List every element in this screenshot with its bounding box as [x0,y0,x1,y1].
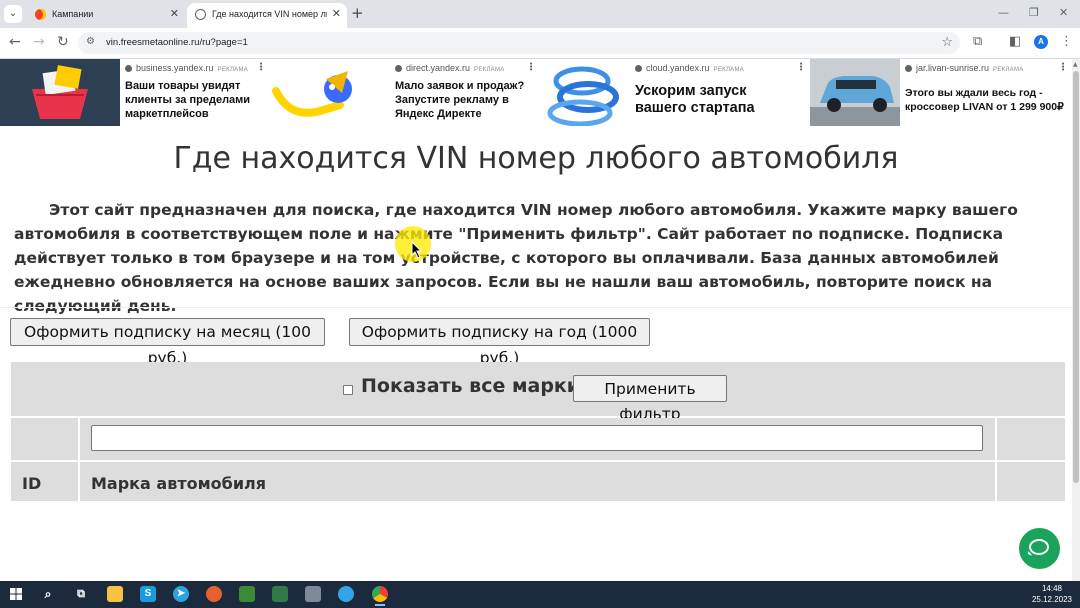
tab-title: Где находится VIN номер любого [212,9,327,19]
ad-tag: РЕКЛАМА [713,67,745,73]
ad-tag: РЕКЛАМА [217,67,249,73]
tab-title: Кампании [52,9,94,19]
page-scrollbar[interactable]: ▲ [1072,59,1080,581]
column-header-brand: Марка автомобиля [91,474,267,493]
ad-source: jar.livan-sunrise.ru [916,63,990,73]
tab-campaigns[interactable]: Кампании ✕ [27,3,185,28]
ad-tag: РЕКЛАМА [993,67,1024,73]
brand-filter-input[interactable] [91,425,983,451]
network-app-icon[interactable] [305,586,321,602]
subscribe-year-button[interactable]: Оформить подписку на год (1000 руб.) [349,318,650,367]
ad-more-icon[interactable]: ⋮ [256,62,266,73]
address-bar[interactable]: ⚙ vin.freesmetaonline.ru/ru?page=1 ☆ [78,32,960,54]
scrollbar-thumb[interactable] [1073,71,1079,483]
profile-avatar[interactable]: A [1034,35,1048,49]
ad-text: Ваши товары увидят клиенты за пределами … [125,80,251,120]
chrome-icon[interactable] [372,586,388,606]
divider [0,307,1072,308]
mouse-cursor-icon [411,241,423,259]
browser-menu-icon[interactable]: ⋮ [1060,34,1073,49]
site-info-icon[interactable]: ⚙ [86,36,95,47]
browser-toolbar: ← → ↻ ⚙ vin.freesmetaonline.ru/ru?page=1… [0,28,1080,59]
file-explorer-icon[interactable] [107,586,123,602]
notepad-icon[interactable] [239,586,255,602]
ad-source: business.yandex.ru [136,63,214,73]
table-header-cell [997,462,1065,501]
tab-strip: ⌄ Кампании ✕ Где находится VIN номер люб… [0,0,1080,28]
ad-source: cloud.yandex.ru [646,63,710,73]
new-tab-icon[interactable]: + [351,6,364,21]
back-icon[interactable]: ← [9,34,21,50]
ad-tag: РЕКЛАМА [474,67,505,73]
ad-banner: business.yandex.ru РЕКЛАМА ⋮ Ваши товары … [0,59,1072,126]
reload-icon[interactable]: ↻ [57,34,69,50]
ad-text: Мало заявок и продаж? Запустите рекламу … [395,80,525,120]
ad-more-icon[interactable]: ⋮ [1058,62,1068,73]
close-window-icon[interactable]: ✕ [1059,6,1068,19]
globe-favicon-icon [195,9,206,20]
ad-item[interactable]: jar.livan-sunrise.ru РЕКЛАМА ⋮ Этого вы ж… [810,59,1072,126]
windows-start-icon[interactable] [10,588,22,600]
firefox-icon[interactable] [206,586,222,602]
show-all-brands-label[interactable]: Показать все марки [361,375,580,397]
ad-text: Ускорим запуск вашего стартапа [635,83,755,116]
subscribe-month-button[interactable]: Оформить подписку на месяц (100 руб.) [10,318,325,367]
clock-date: 25.12.2023 [1031,595,1072,604]
ad-more-icon[interactable]: ⋮ [526,62,536,73]
chat-bubble-tail [1027,551,1034,556]
ad-item[interactable]: cloud.yandex.ru РЕКЛАМА ⋮ Ускорим запуск … [540,59,810,126]
bookmark-star-icon[interactable]: ☆ [941,35,953,50]
ad-item[interactable]: direct.yandex.ru РЕКЛАМА ⋮ Мало заявок и … [270,59,540,126]
scroll-up-icon[interactable]: ▲ [1073,61,1078,68]
side-panel-icon[interactable]: ◧ [1009,34,1021,49]
shopping-basket-image [0,59,120,126]
table-cell [11,418,78,460]
skype-icon[interactable]: S [140,586,156,602]
apply-filter-button[interactable]: Применить фильтр [573,375,727,423]
close-tab-icon[interactable]: ✕ [170,3,179,26]
chat-widget-button[interactable] [1019,528,1060,569]
close-tab-icon[interactable]: ✕ [332,3,341,26]
tab-search-button[interactable]: ⌄ [4,5,22,23]
ad-item[interactable]: business.yandex.ru РЕКЛАМА ⋮ Ваши товары … [0,59,270,126]
table-cell [997,418,1065,460]
intro-text: Этот сайт предназначен для поиска, где н… [14,201,1018,315]
blue-rings-image [540,59,630,126]
forward-icon[interactable]: → [33,34,45,50]
url-text[interactable]: vin.freesmetaonline.ru/ru?page=1 [106,37,248,48]
show-all-brands-checkbox[interactable] [343,385,353,395]
page-title: Где находится VIN номер любого автомобил… [173,141,899,176]
telegram-icon[interactable]: ➤ [173,586,189,602]
taskbar: ⌕ ⧉ S ➤ 14:48 25.12.2023 [0,581,1080,608]
crossover-car-image [810,59,900,126]
ad-source: direct.yandex.ru [406,63,471,73]
yandex-direct-image [270,59,390,126]
spreadsheet-icon[interactable] [272,586,288,602]
task-view-icon[interactable]: ⧉ [73,586,89,602]
tab-vin-page[interactable]: Где находится VIN номер любого ✕ [187,3,347,28]
ad-more-icon[interactable]: ⋮ [796,62,806,73]
column-header-id: ID [22,474,42,493]
restore-icon[interactable]: ❐ [1029,6,1039,19]
minimize-icon[interactable]: — [998,6,1009,19]
ad-text: Этого вы ждали весь год - кроссовер LIVA… [905,87,1064,113]
extensions-icon[interactable]: ⧉ [973,34,982,49]
system-clock[interactable]: 14:48 25.12.2023 [1032,583,1072,605]
yandex-favicon-icon [35,9,46,20]
search-icon[interactable]: ⌕ [40,586,56,602]
messenger-icon[interactable] [338,586,354,602]
clock-time: 14:48 [1041,584,1062,593]
